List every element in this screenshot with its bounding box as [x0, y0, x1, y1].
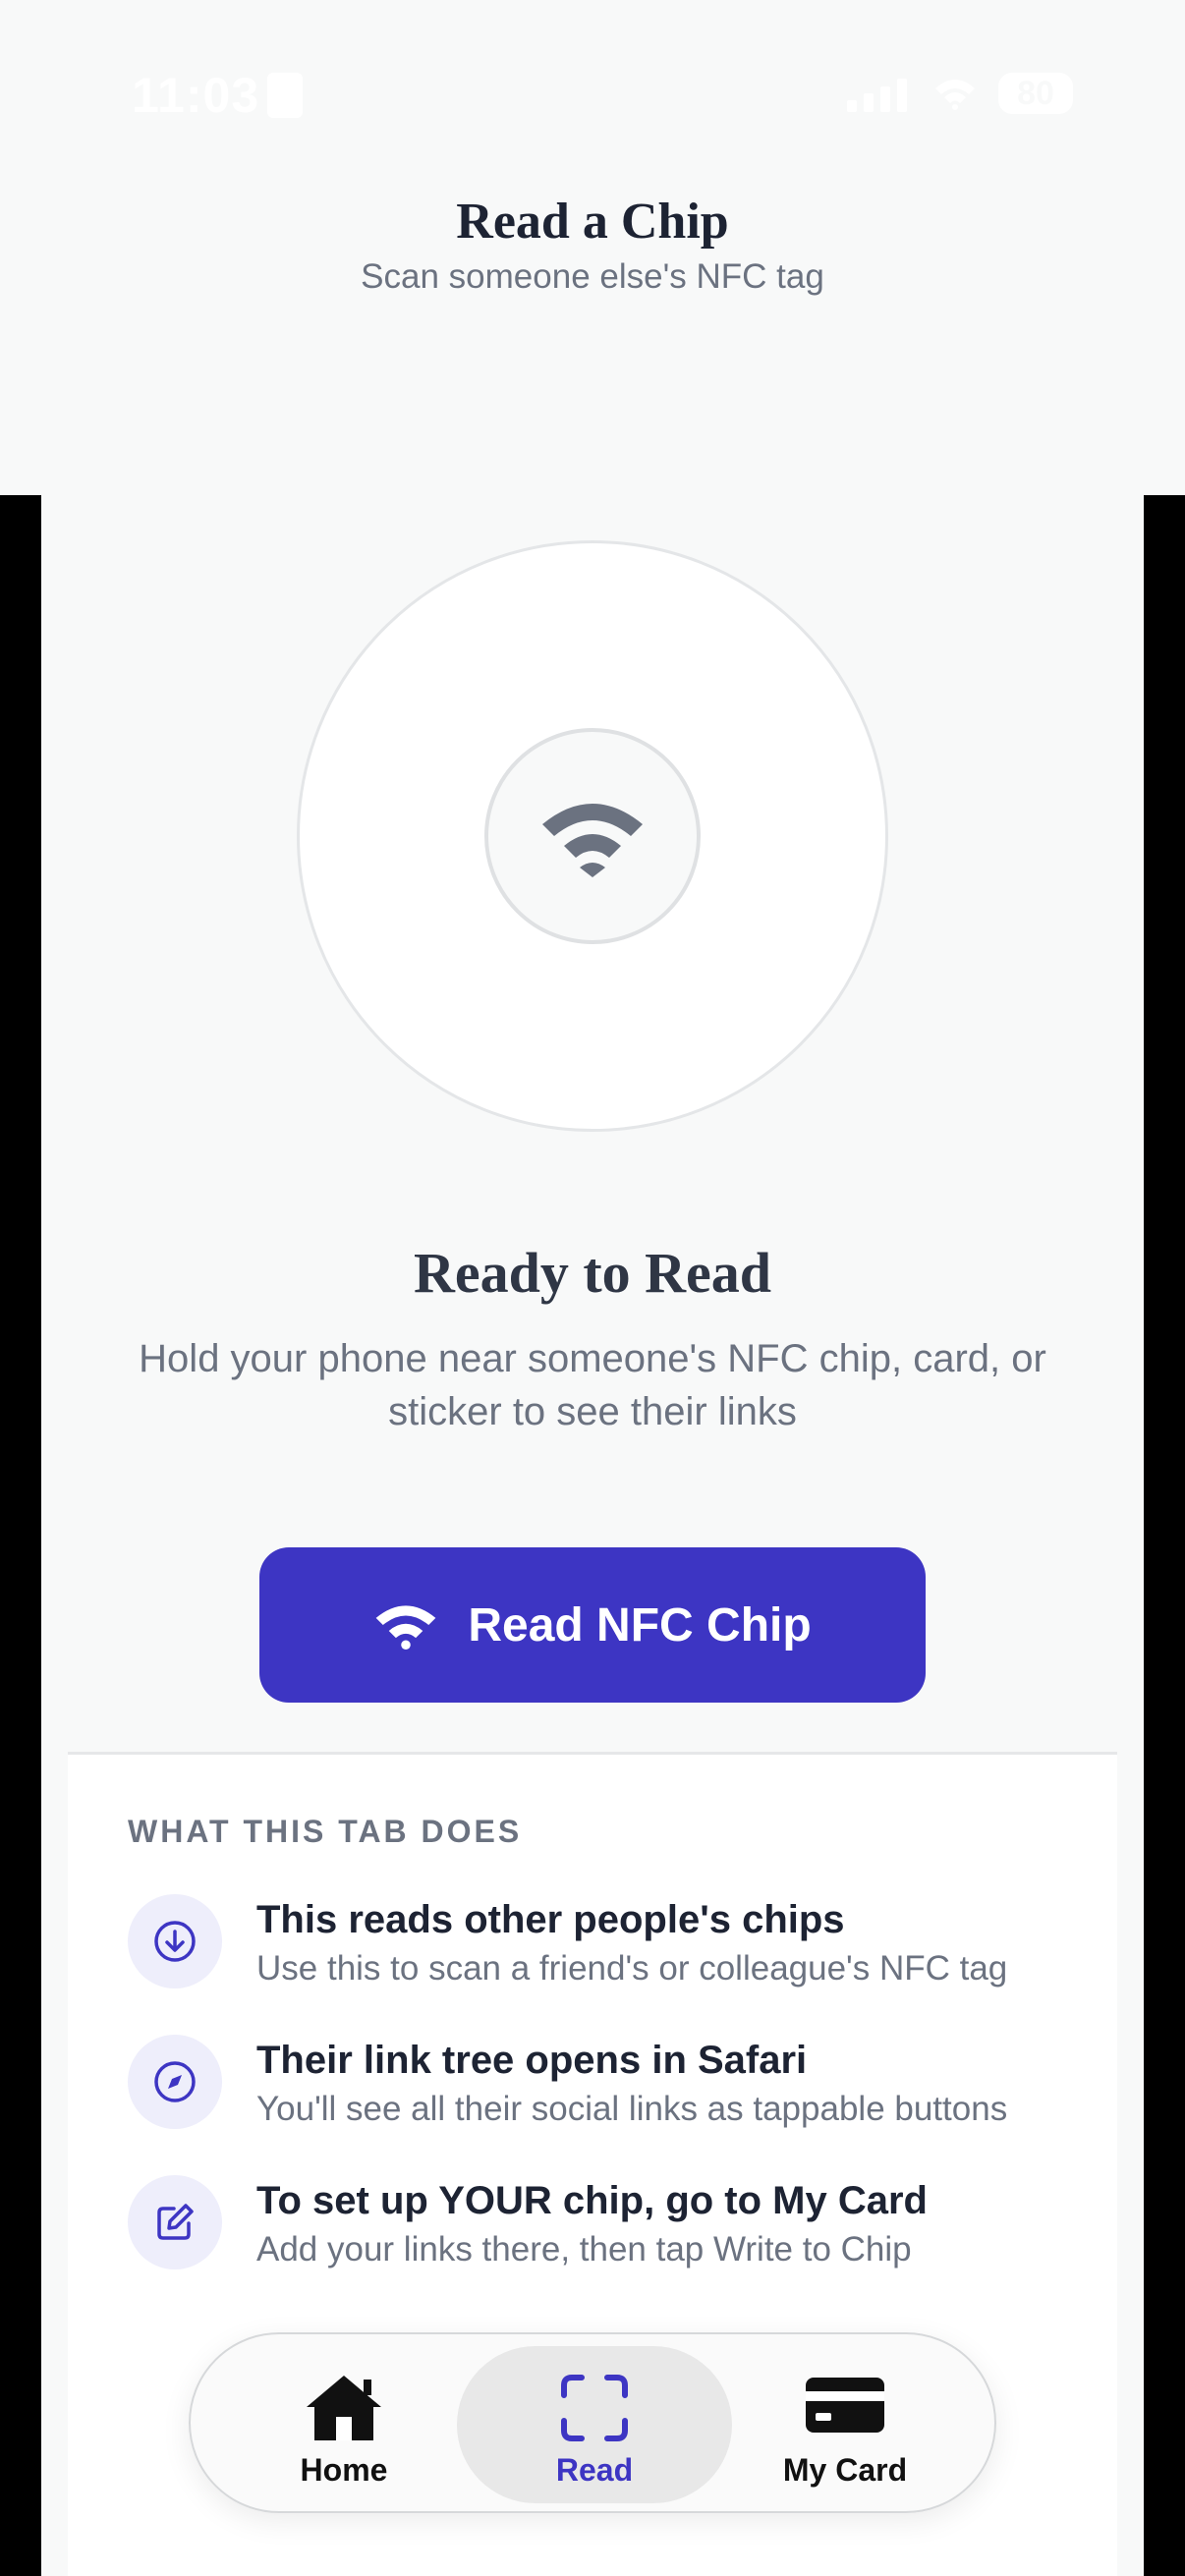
scanner-inner-circle	[484, 728, 701, 944]
info-item-subtitle: Use this to scan a friend's or colleague…	[256, 1949, 1008, 1988]
info-item-subtitle: You'll see all their social links as tap…	[256, 2090, 1008, 2128]
tab-bar: Home Read My Card	[189, 2332, 996, 2513]
info-item-title: Their link tree opens in Safari	[256, 2039, 808, 2082]
tab-home-label: Home	[300, 2452, 388, 2488]
compass-icon	[128, 2035, 222, 2129]
card-icon	[806, 2378, 884, 2433]
cellular-signal-icon	[847, 79, 907, 112]
scan-icon	[561, 2375, 628, 2441]
arrow-down-circle-icon	[128, 1894, 222, 1988]
info-item: Their link tree opens in Safari You'll s…	[128, 2035, 1110, 2143]
home-icon	[307, 2376, 381, 2440]
wifi-status-icon	[935, 80, 975, 110]
read-nfc-button-label: Read NFC Chip	[468, 1598, 812, 1652]
info-item: This reads other people's chips Use this…	[128, 1894, 1110, 2002]
status-title: Ready to Read	[413, 1241, 772, 1305]
status-bar: 11:03 80	[0, 59, 1185, 138]
tab-my-card-label: My Card	[782, 2452, 908, 2488]
wifi-icon	[375, 1605, 436, 1650]
wifi-icon	[542, 804, 643, 877]
status-description: Hold your phone near someone's NFC chip,…	[139, 1337, 1046, 1433]
tab-read[interactable]: Read	[457, 2346, 732, 2503]
person-icon	[267, 73, 303, 118]
page-title: Read a Chip	[456, 194, 729, 250]
info-item: To set up YOUR chip, go to My Card Add y…	[128, 2175, 1110, 2283]
status-time: 11:03	[132, 68, 260, 123]
read-nfc-button[interactable]: Read NFC Chip	[259, 1547, 926, 1703]
page-subtitle: Scan someone else's NFC tag	[361, 257, 824, 296]
tab-home[interactable]: Home	[206, 2346, 481, 2503]
tab-my-card[interactable]: My Card	[707, 2346, 983, 2503]
tab-read-label: Read	[555, 2452, 634, 2488]
screen: 11:03 80 Read a Chip Scan someone else's…	[0, 0, 1185, 2576]
edit-icon	[128, 2175, 222, 2269]
battery-indicator: 80	[998, 73, 1073, 114]
info-item-title: This reads other people's chips	[256, 1898, 845, 1941]
info-item-subtitle: Add your links there, then tap Write to …	[256, 2230, 912, 2268]
info-item-title: To set up YOUR chip, go to My Card	[256, 2179, 928, 2222]
section-label: WHAT THIS TAB DOES	[128, 1814, 523, 1849]
